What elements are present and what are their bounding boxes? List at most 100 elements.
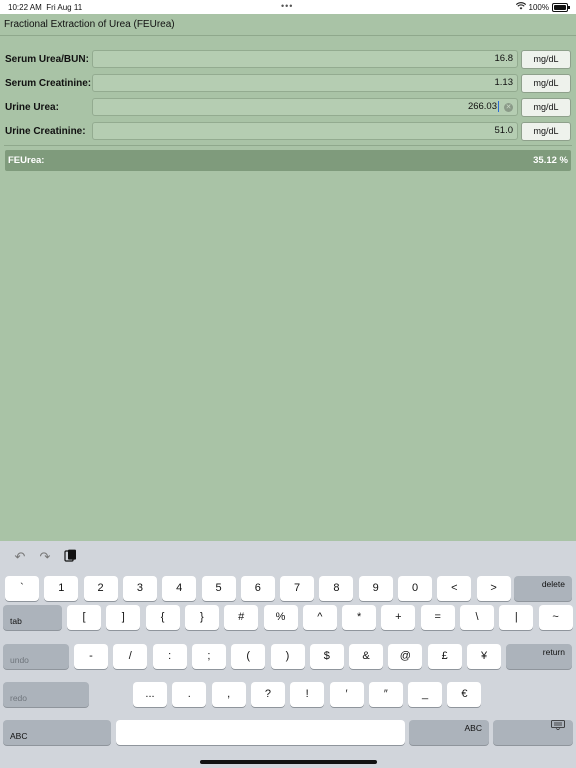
serum-creatinine-unit-button[interactable]: mg/dL [521,74,571,93]
serum-urea-unit-button[interactable]: mg/dL [521,50,571,69]
key-r2-12[interactable]: ~ [538,605,573,630]
redo-key-label: redo [10,693,28,703]
key-r4-7[interactable]: _ [408,682,443,707]
serum-creatinine-label: Serum Creatinine: [5,78,92,89]
result-label: FEUrea: [8,155,45,166]
key-r4-3[interactable]: ? [250,682,285,707]
key-r2-9[interactable]: = [420,605,455,630]
urine-urea-value: 266.03 [467,101,497,112]
key-10[interactable]: 0 [398,576,432,601]
urine-creatinine-unit-button[interactable]: mg/dL [521,122,571,141]
key-r4-1[interactable]: . [172,682,207,707]
serum-creatinine-input[interactable]: 1.13 [92,74,518,92]
delete-key[interactable]: delete [514,576,572,601]
tab-key[interactable]: tab [3,605,62,630]
space-key[interactable] [116,720,405,745]
undo-icon[interactable]: ↶ [12,549,28,565]
abc-right-key[interactable]: ABC [409,720,489,745]
key-r2-6[interactable]: ^ [302,605,337,630]
key-r3-0[interactable]: - [74,644,108,669]
key-8[interactable]: 8 [319,576,354,601]
page-title: Fractional Extraction of Urea (FEUrea) [0,14,576,36]
key-r4-8[interactable]: € [447,682,482,707]
return-key[interactable]: return [506,644,572,669]
key-r3-10[interactable]: ¥ [467,644,501,669]
key-12[interactable]: > [476,576,511,601]
key-r2-11[interactable]: | [499,605,534,630]
key-4[interactable]: 4 [162,576,197,601]
battery-icon [552,2,570,12]
key-r3-2[interactable]: : [152,644,187,669]
tab-key-label: tab [10,616,22,626]
key-5[interactable]: 5 [201,576,236,601]
result-bar: FEUrea: 35.12 % [5,150,571,171]
redo-icon[interactable]: ↷ [37,549,53,565]
dismiss-keyboard-key[interactable] [493,720,573,745]
key-r4-6[interactable]: ″ [368,682,403,707]
multitasking-dots-icon[interactable]: ••• [281,1,293,11]
key-r2-1[interactable]: ] [106,605,141,630]
row-serum-creatinine: Serum Creatinine: 1.13 mg/dL [0,74,576,94]
result-value: 35.12 % [533,155,568,166]
status-right: 100% [515,2,570,12]
status-bar: 10:22 AM Fri Aug 11 ••• 100% [0,0,576,14]
key-r3-8[interactable]: @ [388,644,423,669]
key-6[interactable]: 6 [240,576,275,601]
urine-urea-label: Urine Urea: [5,102,59,113]
battery-percent: 100% [528,2,549,12]
key-r2-5[interactable]: % [263,605,298,630]
clear-text-icon[interactable]: ✕ [504,103,513,112]
row-urine-urea: Urine Urea: 266.03 ✕ mg/dL [0,98,576,118]
key-3[interactable]: 3 [122,576,157,601]
abc-left-key[interactable]: ABC [3,720,111,745]
status-time: 10:22 AM Fri Aug 11 [8,3,83,12]
urine-creatinine-label: Urine Creatinine: [5,126,86,137]
row-serum-urea: Serum Urea/BUN: 16.8 mg/dL [0,50,576,70]
key-r4-0[interactable]: ... [133,682,167,707]
row-urine-creatinine: Urine Creatinine: 51.0 mg/dL [0,122,576,142]
key-r2-7[interactable]: * [342,605,377,630]
key-r3-3[interactable]: ; [191,644,226,669]
key-7[interactable]: 7 [280,576,315,601]
key-r3-4[interactable]: ( [231,644,266,669]
undo-key[interactable]: undo [3,644,69,669]
urine-creatinine-input[interactable]: 51.0 [92,122,518,140]
redo-key[interactable]: redo [3,682,89,707]
key-11[interactable]: < [437,576,472,601]
abc-left-key-label: ABC [10,731,28,741]
keyboard: ↶ ↷ ` 1 2 3 4 5 6 7 8 9 0 < > delete tab []{} #% ^ * + = \ | ~ u… [0,541,576,768]
paste-icon[interactable] [62,549,78,565]
key-r3-6[interactable]: $ [309,644,344,669]
key-r2-3[interactable]: } [184,605,219,630]
key-r4-2[interactable]: , [211,682,246,707]
key-r2-0[interactable]: [ [67,605,101,630]
home-indicator [200,760,377,764]
key-r2-8[interactable]: + [381,605,416,630]
key-1[interactable]: 1 [44,576,79,601]
key-r4-5[interactable]: ′ [329,682,364,707]
key-0[interactable]: ` [5,576,39,601]
key-r3-1[interactable]: / [113,644,148,669]
key-2[interactable]: 2 [83,576,118,601]
wifi-icon [515,2,526,12]
urine-urea-input[interactable]: 266.03 ✕ [92,98,518,116]
key-r3-9[interactable]: £ [427,644,462,669]
key-r3-5[interactable]: ) [270,644,305,669]
text-caret [498,100,499,112]
urine-urea-unit-button[interactable]: mg/dL [521,98,571,117]
serum-urea-input[interactable]: 16.8 [92,50,518,68]
key-r2-2[interactable]: { [145,605,180,630]
key-r2-4[interactable]: # [224,605,259,630]
abc-right-key-label: ABC [464,723,482,733]
divider [4,145,572,146]
keyboard-toolbar: ↶ ↷ [0,541,576,574]
key-9[interactable]: 9 [358,576,393,601]
key-r2-10[interactable]: \ [460,605,494,630]
keyboard-dismiss-icon [551,715,565,740]
undo-key-label: undo [10,655,29,665]
key-r4-4[interactable]: ! [290,682,325,707]
delete-key-label: delete [541,579,565,589]
return-key-label: return [542,647,565,657]
key-r3-7[interactable]: & [349,644,384,669]
serum-urea-label: Serum Urea/BUN: [5,54,89,65]
